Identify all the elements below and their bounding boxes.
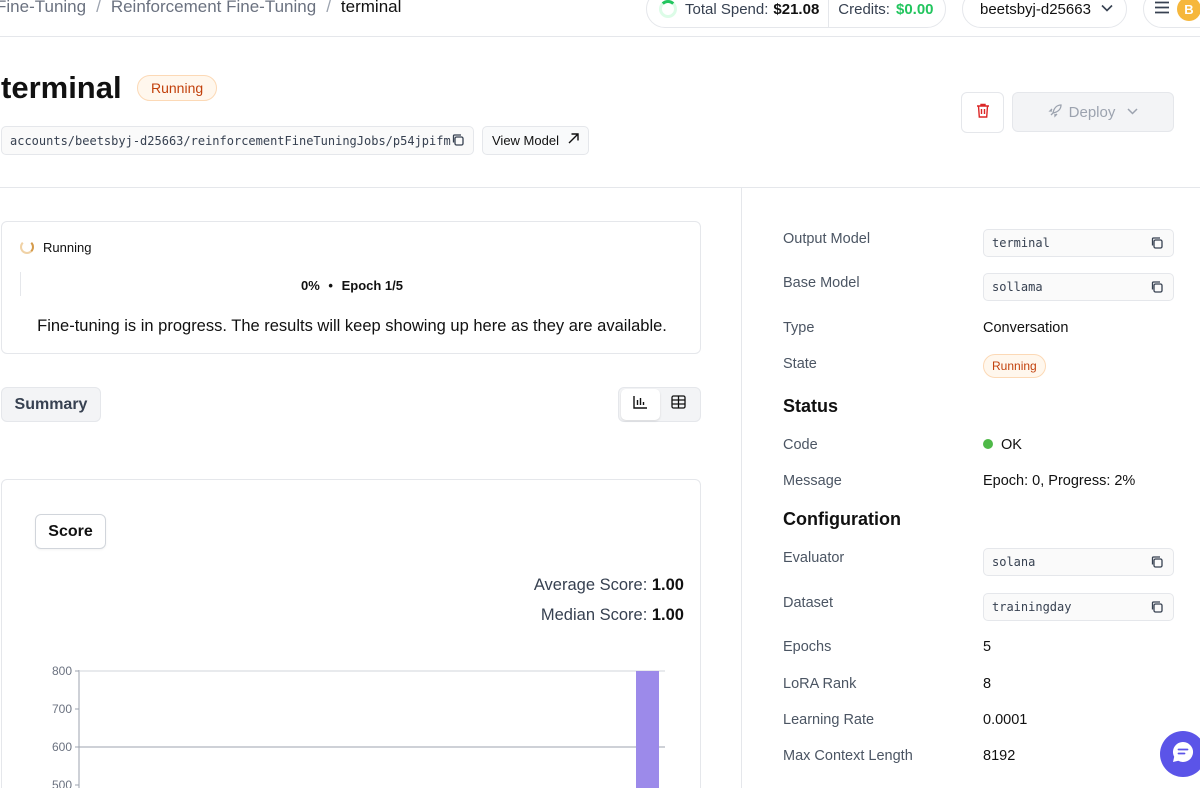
epochs-value: 5 — [983, 639, 992, 655]
copy-icon[interactable] — [1150, 280, 1164, 297]
chart-view-button[interactable] — [621, 389, 660, 420]
delete-button[interactable] — [961, 92, 1004, 133]
rocket-icon — [1048, 103, 1063, 121]
menu-icon — [1154, 0, 1170, 19]
lora-rank-label: LoRA Rank — [783, 676, 857, 692]
summary-tab[interactable]: Summary — [1, 387, 101, 422]
progress-text: 0% • Epoch 1/5 — [2, 278, 702, 293]
credits-value: $0.00 — [895, 0, 934, 18]
header-divider — [0, 187, 1200, 188]
y-tick-label: 800 — [52, 664, 72, 678]
state-label: State — [783, 356, 817, 372]
dataset-field: trainingday — [983, 593, 1174, 621]
message-value: Epoch: 0, Progress: 2% — [983, 473, 1136, 489]
message-label: Message — [783, 473, 842, 489]
status-heading: Status — [783, 396, 839, 416]
breadcrumb-current: terminal — [340, 0, 402, 16]
progress-epoch: Epoch 1/5 — [341, 278, 404, 293]
epochs-label: Epochs — [783, 639, 832, 655]
breadcrumb-item-reinforcement[interactable]: Reinforcement Fine-Tuning — [111, 0, 316, 16]
total-spend-value: $21.08 — [773, 0, 820, 18]
base-model-value: sollama — [992, 280, 1043, 294]
code-value: OK — [1001, 437, 1022, 453]
view-model-button[interactable]: View Model — [482, 126, 589, 155]
evaluator-value: solana — [992, 555, 1036, 569]
view-model-label: View Model — [492, 133, 559, 148]
code-value-row: OK — [983, 437, 1022, 453]
score-card: Score Average Score: 1.00 Median Score: … — [1, 479, 701, 788]
max-context-label: Max Context Length — [783, 748, 913, 764]
dataset-label: Dataset — [783, 595, 833, 611]
base-model-field: sollama — [983, 273, 1174, 301]
learning-rate-value: 0.0001 — [983, 712, 1028, 728]
y-tick-label: 600 — [52, 740, 72, 754]
chevron-down-icon — [1127, 106, 1138, 118]
trash-icon — [975, 102, 991, 124]
copy-icon[interactable] — [1150, 555, 1164, 572]
chevron-down-icon — [1101, 3, 1113, 15]
job-path-text: accounts/beetsbyj-d25663/reinforcementFi… — [10, 133, 451, 148]
evaluator-label: Evaluator — [783, 550, 845, 566]
chat-support-button[interactable] — [1160, 731, 1200, 777]
view-toggle — [618, 387, 701, 422]
state-badge: Running — [983, 354, 1046, 378]
y-tick-label: 500 — [52, 778, 72, 788]
spinner-icon — [20, 240, 34, 254]
user-menu[interactable]: B — [1143, 0, 1200, 28]
progress-percent: 0% — [300, 278, 320, 293]
learning-rate-label: Learning Rate — [783, 712, 875, 728]
evaluator-field: solana — [983, 548, 1174, 576]
bar-chart-icon — [633, 395, 648, 414]
max-context-value: 8192 — [983, 748, 1016, 764]
chat-icon — [1171, 740, 1195, 769]
breadcrumb: Fine-Tuning / Reinforcement Fine-Tuning / te… — [0, 0, 401, 17]
output-model-value: terminal — [992, 236, 1050, 250]
spend-ring-icon — [659, 0, 677, 18]
table-view-button[interactable] — [660, 389, 699, 420]
credits-label: Credits: — [838, 0, 890, 18]
score-chart: 800 700 600 500 — [52, 664, 665, 788]
billing-divider — [828, 0, 830, 27]
account-name: beetsbyj-d25663 — [980, 0, 1091, 18]
output-model-label: Output Model — [783, 231, 871, 247]
breadcrumb-separator: / — [326, 0, 331, 16]
total-spend-label: Total Spend: — [685, 0, 769, 18]
code-label: Code — [783, 437, 818, 453]
score-bar — [636, 671, 659, 788]
deploy-button[interactable]: Deploy — [1012, 92, 1174, 132]
copy-icon[interactable] — [1150, 600, 1164, 617]
progress-message: Fine-tuning is in progress. The results … — [37, 317, 667, 335]
billing-pill[interactable]: Total Spend: $21.08 Credits: $0.00 — [646, 0, 946, 28]
configuration-heading: Configuration — [783, 509, 901, 529]
status-badge: Running — [137, 75, 218, 101]
table-icon — [671, 395, 686, 414]
deploy-label: Deploy — [1068, 103, 1116, 121]
external-link-icon — [567, 132, 580, 149]
copy-icon[interactable] — [451, 133, 465, 150]
output-model-field: terminal — [983, 229, 1174, 257]
breadcrumb-separator: / — [96, 0, 101, 16]
avatar: B — [1177, 0, 1200, 21]
breadcrumb-item-fine-tuning[interactable]: Fine-Tuning — [0, 0, 86, 16]
copy-icon[interactable] — [1150, 236, 1164, 253]
progress-bullet: • — [328, 278, 333, 293]
job-path-field: accounts/beetsbyj-d25663/reinforcementFi… — [1, 126, 474, 155]
base-model-label: Base Model — [783, 275, 860, 291]
y-tick-label: 700 — [52, 702, 72, 716]
type-value: Conversation — [983, 320, 1069, 336]
top-bar: Fine-Tuning / Reinforcement Fine-Tuning / te… — [0, 0, 1200, 37]
type-label: Type — [783, 320, 815, 336]
dataset-value: trainingday — [992, 600, 1072, 614]
status-ok-dot — [983, 439, 993, 450]
progress-card: Running 0% • Epoch 1/5 Fine-tuning is in… — [1, 221, 701, 354]
account-selector[interactable]: beetsbyj-d25663 — [962, 0, 1127, 28]
lora-rank-value: 8 — [983, 676, 992, 692]
panel-divider — [741, 188, 742, 788]
page-title: terminal — [1, 70, 122, 105]
progress-status: Running — [43, 240, 92, 255]
